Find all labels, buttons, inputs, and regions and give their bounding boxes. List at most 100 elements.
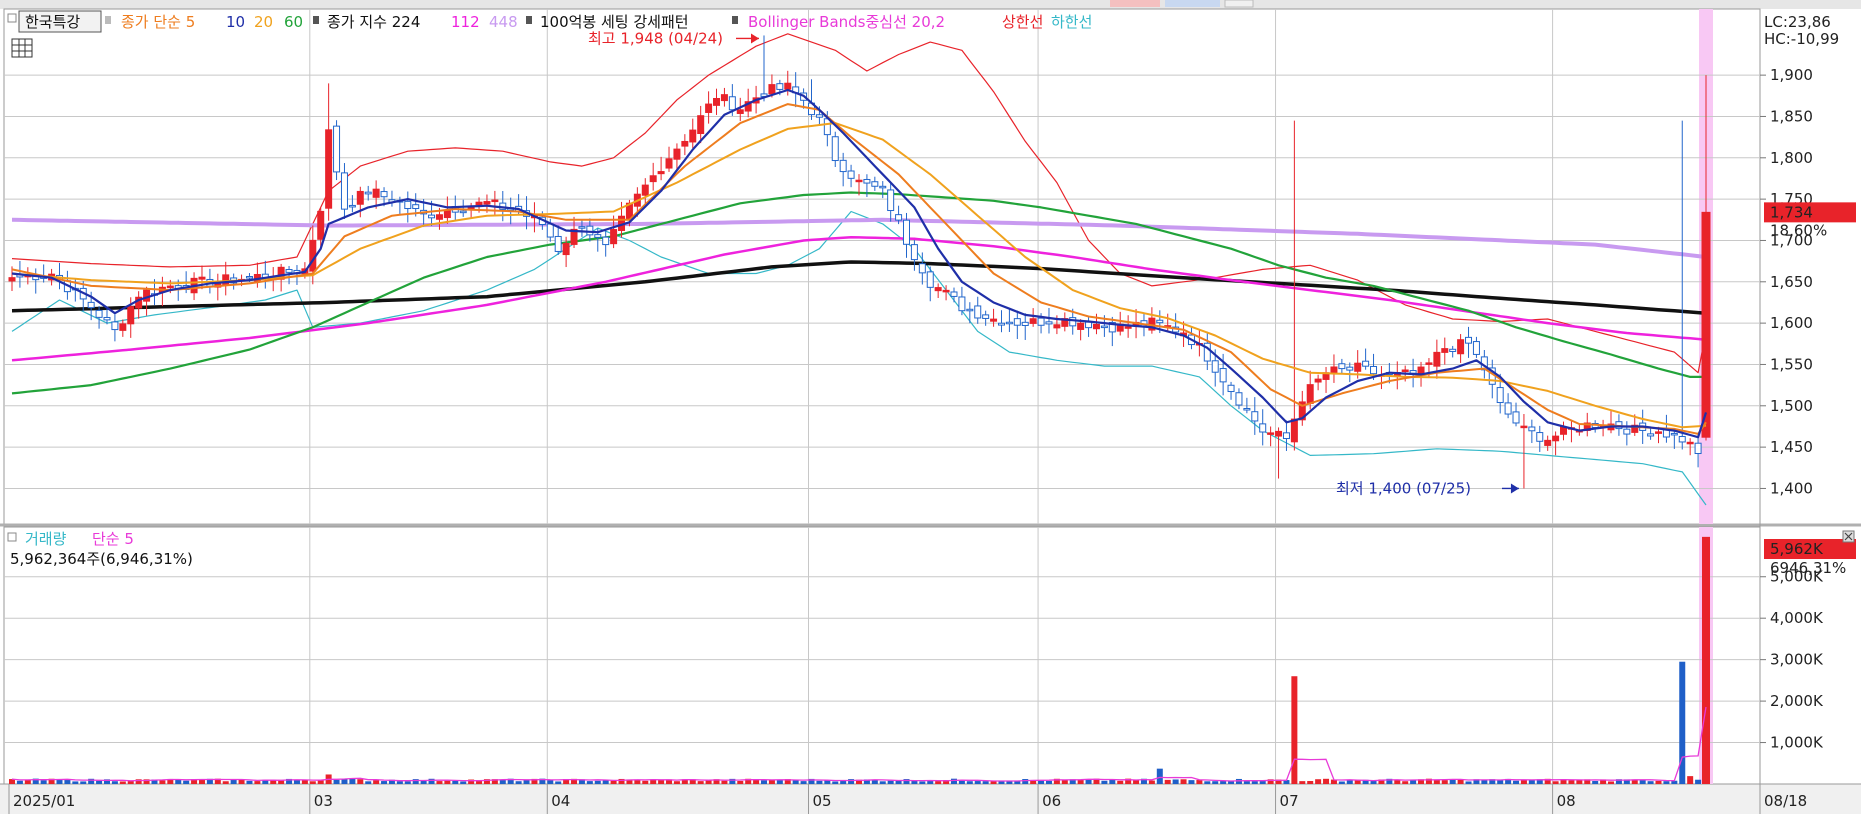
candle-body	[879, 185, 887, 189]
volume-bar	[111, 781, 118, 784]
candle-body	[610, 229, 618, 245]
toolbar-button-blue[interactable]	[1165, 0, 1220, 7]
volume-bar	[317, 780, 324, 784]
candle-body	[990, 318, 998, 322]
candle-body	[1701, 211, 1711, 438]
candle-body	[380, 191, 388, 198]
volume-bar	[1180, 779, 1187, 784]
candle-body	[1219, 368, 1227, 383]
toolbar-button-grey[interactable]	[1224, 0, 1254, 8]
volume-bar	[523, 780, 530, 784]
volume-bar	[246, 780, 253, 784]
candle-body	[776, 83, 784, 90]
volume-bar	[373, 780, 380, 784]
candle-body	[602, 236, 610, 246]
volume-bar	[381, 781, 388, 784]
volume-bar	[697, 781, 704, 784]
volume-bar	[1394, 780, 1401, 784]
candle-body	[1354, 362, 1362, 372]
volume-bar	[254, 781, 261, 784]
volume-bar	[966, 781, 973, 784]
candle-body	[1053, 324, 1061, 329]
legend-toggle-box[interactable]	[7, 13, 17, 23]
candle-body	[1655, 431, 1663, 434]
legend-pattern: 100억봉 세팅 강세패턴	[540, 13, 689, 31]
grid-settings-icon[interactable]	[11, 38, 33, 58]
candle-body	[657, 171, 665, 175]
volume-bar	[349, 778, 356, 784]
volume-bar	[958, 780, 965, 784]
candle-body	[127, 306, 135, 325]
candle-body	[594, 234, 602, 238]
candle-body	[1686, 441, 1694, 445]
volume-bar	[800, 781, 807, 784]
candle-body	[974, 305, 982, 319]
candle-body	[586, 225, 594, 236]
legend-bollinger-lower: 하한선	[1051, 13, 1092, 31]
candle-body	[435, 214, 443, 220]
volume-bar	[1608, 781, 1615, 784]
volume-bar	[396, 781, 403, 784]
volume-bar	[365, 781, 372, 784]
candle-body	[1465, 336, 1473, 344]
candle-body	[285, 269, 293, 273]
candle-body	[736, 109, 744, 114]
volume-bar	[301, 780, 308, 784]
x-tick-label: 07	[1280, 792, 1299, 810]
candle-body	[1235, 392, 1243, 406]
candle-body	[673, 148, 681, 160]
volume-bar	[776, 780, 783, 784]
volume-tick-label: 3,000K	[1770, 651, 1824, 669]
candle-body	[1441, 348, 1449, 353]
volume-bar	[16, 780, 23, 784]
candle-body	[372, 188, 380, 198]
volume-bar	[1133, 780, 1140, 784]
candle-body	[1243, 407, 1251, 411]
price-tick-label: 1,850	[1770, 107, 1813, 125]
candle-body	[966, 308, 974, 312]
candle-body	[1520, 425, 1528, 429]
candle-body	[1536, 432, 1544, 442]
volume-bar	[1243, 781, 1250, 784]
volume-bar	[1299, 781, 1306, 784]
candle-body	[713, 97, 721, 106]
price-tick-label: 1,400	[1770, 479, 1813, 497]
candle-body	[641, 184, 649, 196]
candle-body	[1338, 363, 1346, 370]
candle-body	[1069, 317, 1077, 327]
candle-body	[784, 82, 792, 90]
volume-bar	[1449, 779, 1456, 784]
candle-body	[1449, 348, 1457, 352]
legend-marker	[526, 16, 532, 24]
candle-body	[1013, 318, 1021, 326]
volume-bar	[1006, 781, 1013, 784]
volume-bar	[737, 780, 744, 784]
candle-body	[997, 322, 1005, 326]
volume-bar	[982, 781, 989, 784]
candle-body	[720, 94, 728, 102]
candle-body	[887, 189, 895, 212]
volume-legend-toggle[interactable]	[7, 532, 17, 542]
candle-body	[1670, 432, 1678, 436]
volume-bar	[80, 781, 87, 784]
volume-bar	[1441, 780, 1448, 784]
volume-bar	[1410, 780, 1417, 784]
x-axis-bar	[0, 784, 1861, 814]
volume-bar	[1307, 780, 1314, 784]
current-price-value: 1,734	[1770, 203, 1813, 221]
legend-ma-close-simple-5: 종가 단순 5	[121, 13, 195, 31]
toolbar-button-red[interactable]	[1110, 0, 1160, 7]
candle-body	[1647, 433, 1655, 437]
x-tick-label: 06	[1042, 792, 1061, 810]
volume-bar	[1370, 780, 1377, 784]
candle-body	[1504, 402, 1512, 415]
candle-body	[404, 200, 412, 210]
volume-bar	[1663, 781, 1670, 784]
legend-ma-10: 10	[226, 13, 245, 31]
volume-bar	[547, 780, 554, 784]
volume-bar	[1695, 779, 1702, 784]
volume-bar	[341, 779, 348, 784]
candle-body	[1029, 318, 1037, 324]
candle-body	[895, 214, 903, 221]
volume-bar	[420, 780, 427, 784]
